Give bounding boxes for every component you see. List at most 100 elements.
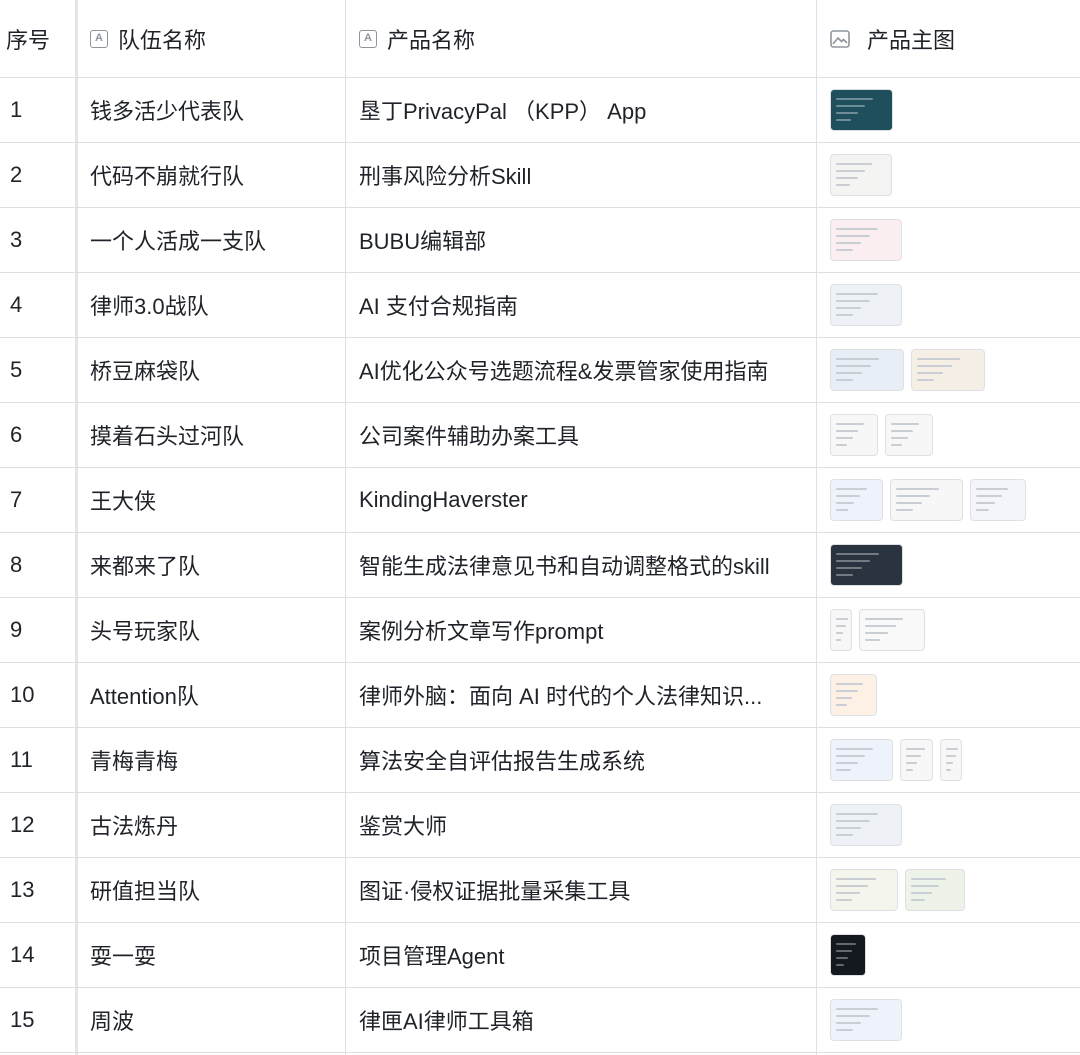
table-row[interactable]: 13 研值担当队 图证·侵权证据批量采集工具 — [0, 858, 1080, 923]
product-image-cell[interactable] — [816, 598, 1080, 662]
thumbnail-content-line — [836, 437, 853, 439]
product-image-thumbnail[interactable] — [830, 89, 893, 131]
team-name-cell[interactable]: 来都来了队 — [78, 533, 345, 597]
product-image-thumbnail[interactable] — [911, 349, 985, 391]
product-name-cell[interactable]: BUBU编辑部 — [345, 208, 816, 272]
product-name-cell[interactable]: 智能生成法律意见书和自动调整格式的skill — [345, 533, 816, 597]
product-image-thumbnail[interactable] — [900, 739, 933, 781]
header-product-image[interactable]: 产品主图 — [816, 0, 1080, 77]
thumbnail-content-line — [836, 249, 853, 251]
product-image-thumbnail[interactable] — [890, 479, 963, 521]
product-image-thumbnail[interactable] — [830, 999, 902, 1041]
product-image-cell[interactable] — [816, 273, 1080, 337]
product-image-cell[interactable] — [816, 533, 1080, 597]
team-name-cell[interactable]: 周波 — [78, 988, 345, 1052]
product-image-cell[interactable] — [816, 858, 1080, 922]
thumbnail-content-line — [836, 899, 852, 901]
product-image-thumbnail[interactable] — [830, 479, 883, 521]
product-image-thumbnail[interactable] — [830, 609, 852, 651]
table-row[interactable]: 11 青梅青梅 算法安全自评估报告生成系统 — [0, 728, 1080, 793]
product-image-thumbnail[interactable] — [830, 349, 904, 391]
team-name-cell[interactable]: 青梅青梅 — [78, 728, 345, 792]
table-row[interactable]: 8 来都来了队 智能生成法律意见书和自动调整格式的skill — [0, 533, 1080, 598]
header-product-name[interactable]: A 产品名称 — [345, 0, 816, 77]
product-image-thumbnail[interactable] — [830, 219, 902, 261]
product-image-cell[interactable] — [816, 403, 1080, 467]
table-row[interactable]: 7 王大侠 KindingHaverster — [0, 468, 1080, 533]
table-row[interactable]: 10 Attention队 律师外脑：面向 AI 时代的个人法律知识... — [0, 663, 1080, 728]
product-image-cell[interactable] — [816, 728, 1080, 792]
product-name-cell[interactable]: KindingHaverster — [345, 468, 816, 532]
table-row[interactable]: 14 耍一耍 项目管理Agent — [0, 923, 1080, 988]
product-image-thumbnail[interactable] — [830, 674, 877, 716]
product-image-cell[interactable] — [816, 338, 1080, 402]
product-image-cell[interactable] — [816, 923, 1080, 987]
table-row[interactable]: 5 桥豆麻袋队 AI优化公众号选题流程&发票管家使用指南 — [0, 338, 1080, 403]
product-name-cell[interactable]: 算法安全自评估报告生成系统 — [345, 728, 816, 792]
product-image-thumbnail[interactable] — [830, 869, 898, 911]
product-image-thumbnail[interactable] — [940, 739, 962, 781]
thumbnail-content-line — [911, 885, 939, 887]
product-image-cell[interactable] — [816, 988, 1080, 1052]
table-row[interactable]: 3 一个人活成一支队 BUBU编辑部 — [0, 208, 1080, 273]
product-image-cell[interactable] — [816, 208, 1080, 272]
product-name-cell[interactable]: 律匣AI律师工具箱 — [345, 988, 816, 1052]
product-name-cell[interactable]: 公司案件辅助办案工具 — [345, 403, 816, 467]
product-image-thumbnail[interactable] — [830, 284, 902, 326]
header-product-label: 产品名称 — [387, 27, 476, 53]
team-name-cell[interactable]: 耍一耍 — [78, 923, 345, 987]
table-row[interactable]: 15 周波 律匣AI律师工具箱 — [0, 988, 1080, 1053]
team-name-cell[interactable]: 古法炼丹 — [78, 793, 345, 857]
product-image-thumbnail[interactable] — [859, 609, 925, 651]
table-row[interactable]: 12 古法炼丹 鉴赏大师 — [0, 793, 1080, 858]
team-name-cell[interactable]: 律师3.0战队 — [78, 273, 345, 337]
product-image-thumbnail[interactable] — [970, 479, 1026, 521]
team-name-cell[interactable]: 王大侠 — [78, 468, 345, 532]
product-name-cell[interactable]: 律师外脑：面向 AI 时代的个人法律知识... — [345, 663, 816, 727]
product-image-thumbnail[interactable] — [830, 154, 892, 196]
header-team-name[interactable]: A 队伍名称 — [78, 0, 345, 77]
team-name-cell[interactable]: 研值担当队 — [78, 858, 345, 922]
table-row[interactable]: 9 头号玩家队 案例分析文章写作prompt — [0, 598, 1080, 663]
product-name-cell[interactable]: 鉴赏大师 — [345, 793, 816, 857]
thumbnail-content-line — [836, 372, 862, 374]
table-row[interactable]: 2 代码不崩就行队 刑事风险分析Skill — [0, 143, 1080, 208]
product-image-thumbnail[interactable] — [830, 804, 902, 846]
team-name-cell[interactable]: 一个人活成一支队 — [78, 208, 345, 272]
thumbnail-content-line — [836, 365, 871, 367]
product-image-cell[interactable] — [816, 78, 1080, 142]
product-name-cell[interactable]: 项目管理Agent — [345, 923, 816, 987]
thumbnail-content-line — [976, 495, 1002, 497]
team-name-cell[interactable]: 代码不崩就行队 — [78, 143, 345, 207]
team-name-cell[interactable]: 摸着石头过河队 — [78, 403, 345, 467]
table-row[interactable]: 4 律师3.0战队 AI 支付合规指南 — [0, 273, 1080, 338]
team-name-cell[interactable]: 桥豆麻袋队 — [78, 338, 345, 402]
product-name-cell[interactable]: AI 支付合规指南 — [345, 273, 816, 337]
product-image-cell[interactable] — [816, 468, 1080, 532]
product-image-thumbnail[interactable] — [830, 934, 866, 976]
product-name-cell[interactable]: 垦丁PrivacyPal （KPP） App — [345, 78, 816, 142]
product-name-cell[interactable]: AI优化公众号选题流程&发票管家使用指南 — [345, 338, 816, 402]
table-row[interactable]: 6 摸着石头过河队 公司案件辅助办案工具 — [0, 403, 1080, 468]
thumbnail-content-line — [836, 762, 858, 764]
product-image-thumbnail[interactable] — [830, 739, 893, 781]
thumbnail-content-line — [836, 235, 870, 237]
product-image-thumbnail[interactable] — [905, 869, 965, 911]
team-name-cell[interactable]: 头号玩家队 — [78, 598, 345, 662]
table-row[interactable]: 1 钱多活少代表队 垦丁PrivacyPal （KPP） App — [0, 78, 1080, 143]
header-index[interactable]: 序号 — [0, 0, 75, 77]
product-image-thumbnail[interactable] — [830, 414, 878, 456]
product-name-cell[interactable]: 刑事风险分析Skill — [345, 143, 816, 207]
thumbnail-content-line — [836, 704, 847, 706]
thumbnail-content-line — [865, 625, 896, 627]
product-image-cell[interactable] — [816, 663, 1080, 727]
product-name-cell[interactable]: 案例分析文章写作prompt — [345, 598, 816, 662]
team-name-cell[interactable]: Attention队 — [78, 663, 345, 727]
team-name-cell[interactable]: 钱多活少代表队 — [78, 78, 345, 142]
product-image-thumbnail[interactable] — [885, 414, 933, 456]
product-image-cell[interactable] — [816, 793, 1080, 857]
thumbnail-content-line — [836, 119, 851, 121]
product-name-cell[interactable]: 图证·侵权证据批量采集工具 — [345, 858, 816, 922]
product-image-cell[interactable] — [816, 143, 1080, 207]
product-image-thumbnail[interactable] — [830, 544, 903, 586]
